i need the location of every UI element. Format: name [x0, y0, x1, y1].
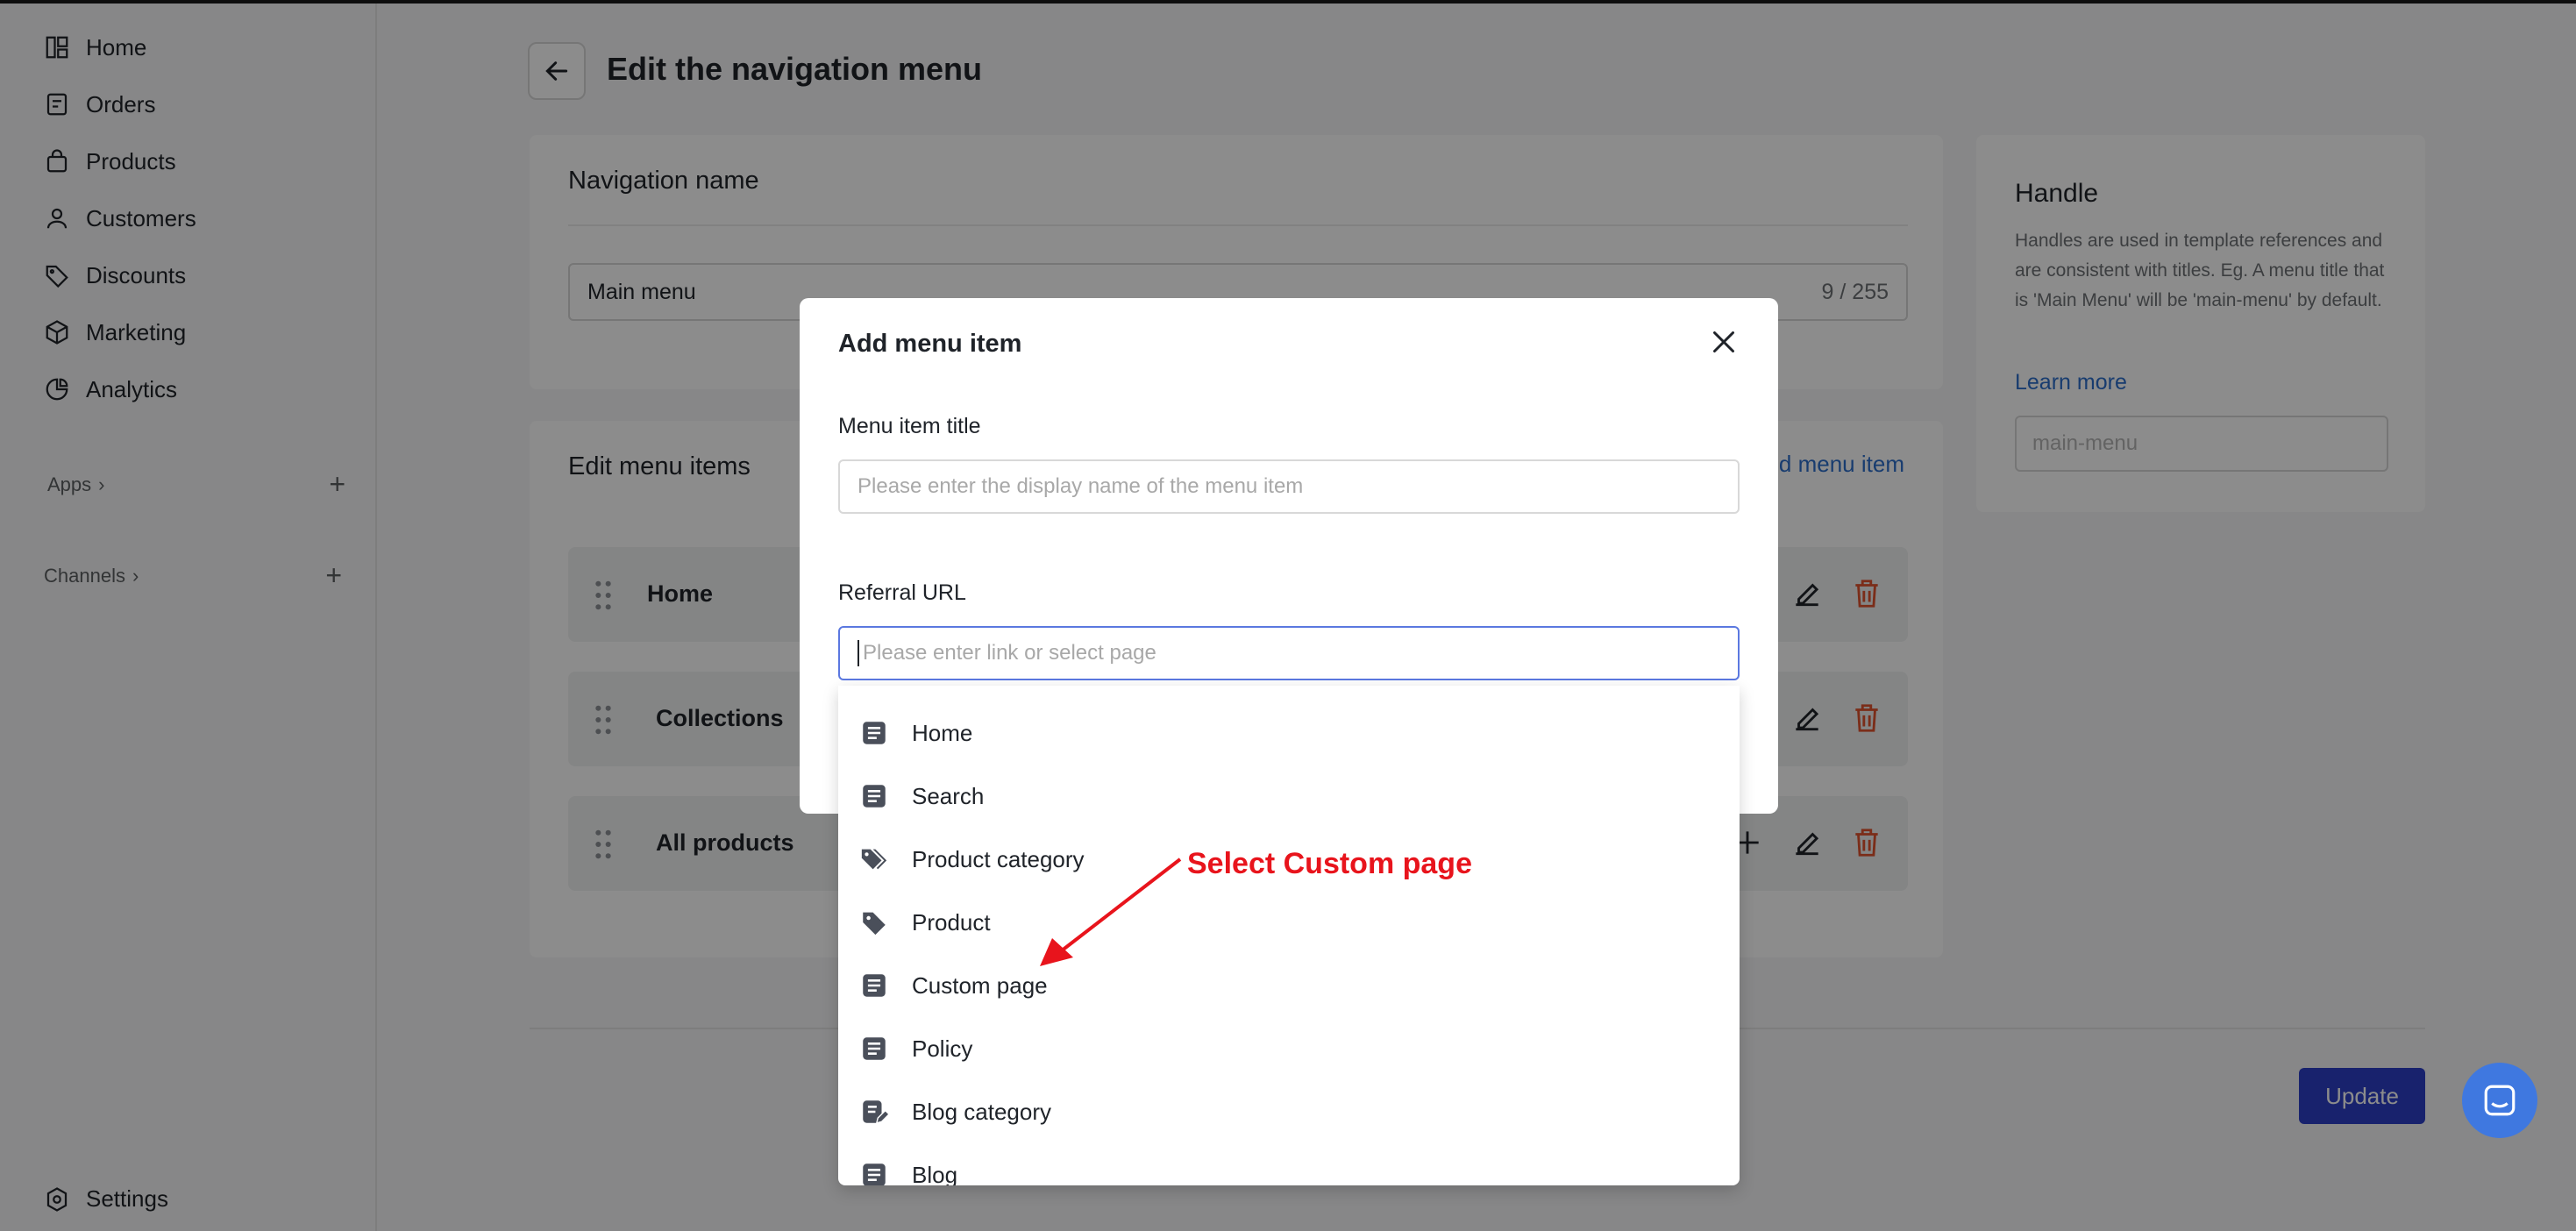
annotation-text: Select Custom page — [1187, 847, 1472, 880]
dropdown-option-label: Product — [912, 908, 991, 936]
dropdown-option-policy[interactable]: Policy — [859, 1031, 972, 1066]
chat-launcher-button[interactable] — [2462, 1063, 2537, 1138]
page-icon — [863, 722, 886, 744]
dropdown-option-label: Home — [912, 719, 973, 746]
page-icon — [863, 1163, 886, 1185]
dropdown-option-home[interactable]: Home — [859, 715, 972, 751]
dropdown-option-product[interactable]: Product — [859, 905, 991, 940]
page-select-dropdown[interactable]: Home Search Product category Product Cus… — [838, 686, 1740, 1185]
annotation-arrow-icon — [1040, 857, 1182, 966]
dropdown-option-label: Policy — [912, 1035, 973, 1062]
dropdown-option-label: Blog — [912, 1161, 958, 1186]
menu-item-title-placeholder: Please enter the display name of the men… — [857, 474, 1304, 498]
dropdown-option-label: Search — [912, 782, 985, 809]
chat-icon — [2484, 1085, 2516, 1116]
dropdown-option-blog-category[interactable]: Blog category — [859, 1094, 1051, 1129]
page-icon — [863, 1037, 886, 1060]
page-icon — [863, 974, 886, 997]
dropdown-option-custom-page[interactable]: Custom page — [859, 968, 1048, 1003]
dropdown-option-search[interactable]: Search — [859, 779, 984, 814]
referral-url-input[interactable]: Please enter link or select page — [838, 626, 1740, 680]
text-cursor — [857, 640, 859, 666]
referral-url-label: Referral URL — [838, 580, 966, 605]
tag-icon — [863, 912, 886, 936]
menu-item-title-input[interactable]: Please enter the display name of the men… — [838, 459, 1740, 514]
tags-icon — [861, 849, 887, 870]
close-icon[interactable] — [1708, 326, 1740, 358]
dialog-title: Add menu item — [838, 330, 1022, 358]
menu-item-title-label: Menu item title — [838, 414, 981, 438]
page-icon — [863, 785, 886, 808]
page-edit-icon — [863, 1100, 889, 1124]
referral-url-placeholder: Please enter link or select page — [863, 641, 1156, 665]
dropdown-option-blog[interactable]: Blog — [859, 1157, 957, 1185]
dropdown-option-label: Custom page — [912, 971, 1048, 999]
dropdown-option-label: Blog category — [912, 1098, 1051, 1125]
